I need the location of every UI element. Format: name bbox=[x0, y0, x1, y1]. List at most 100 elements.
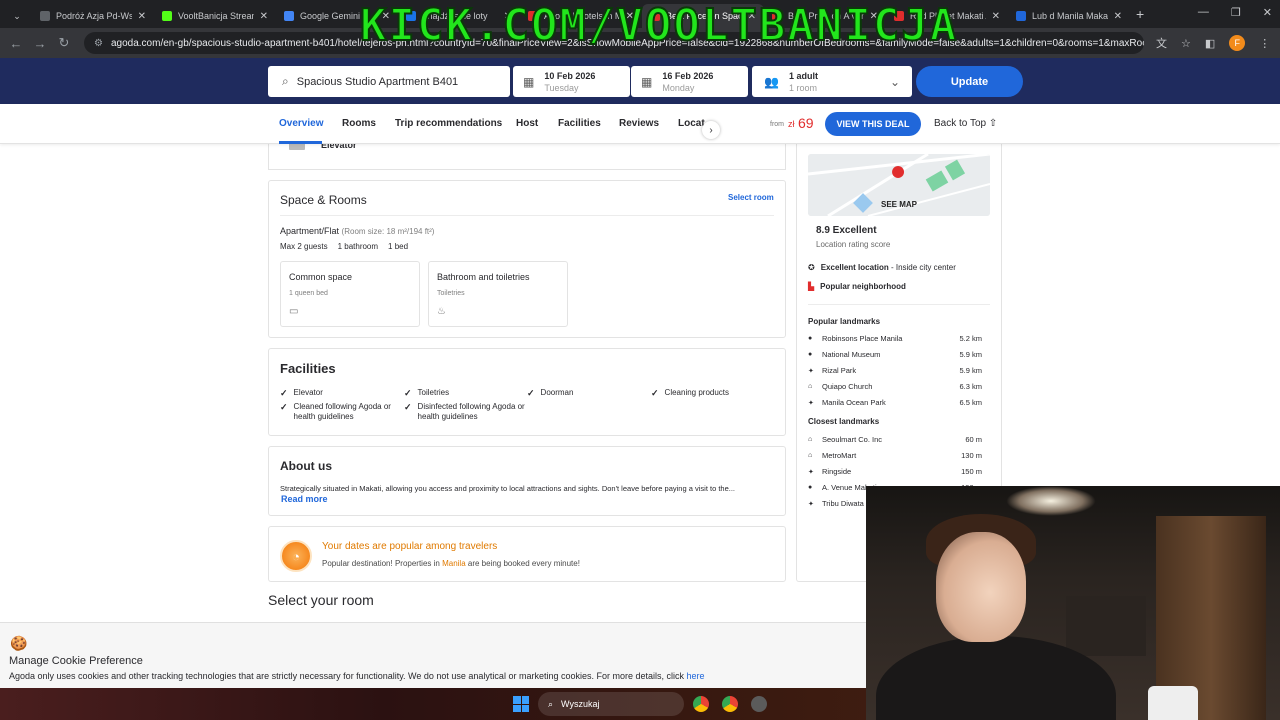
select-your-room-title: Select your room bbox=[268, 592, 374, 608]
cookie-here-link[interactable]: here bbox=[687, 671, 705, 681]
browser-tab[interactable]: VooltBanicja Stream ✕ bbox=[154, 4, 276, 28]
checkout-field[interactable]: ▦ 16 Feb 2026 Monday bbox=[631, 66, 748, 97]
tab-favicon bbox=[1016, 11, 1026, 21]
landmark-icon: ⌂ bbox=[808, 383, 813, 390]
bathroom-card: Bathroom and toiletries Toiletries ♨ bbox=[428, 261, 568, 327]
facility-item: ✓ Disinfected following Agoda or health g… bbox=[404, 402, 525, 421]
tab-rooms[interactable]: Rooms bbox=[342, 118, 376, 129]
clock-icon: ◔ bbox=[280, 540, 312, 572]
reload-icon[interactable]: ↻ bbox=[52, 35, 76, 51]
landmark-icon: ✦ bbox=[808, 399, 814, 407]
browser-tab[interactable]: Podróż Azja Pd-Wsch✕ bbox=[32, 4, 154, 28]
check-icon: ✓ bbox=[651, 388, 659, 398]
close-icon[interactable]: ✕ bbox=[138, 11, 146, 22]
taskbar-search[interactable]: ⌕ Wyszukaj bbox=[538, 692, 684, 716]
back-to-top-link[interactable]: Back to Top ⇧ bbox=[934, 118, 997, 129]
update-button[interactable]: Update bbox=[916, 66, 1023, 97]
view-deal-button[interactable]: VIEW THIS DEAL bbox=[825, 112, 921, 136]
tab-favicon bbox=[162, 11, 172, 21]
landmark-icon: ✦ bbox=[808, 367, 814, 375]
restore-icon[interactable]: ❐ bbox=[1231, 6, 1241, 19]
app-icon[interactable] bbox=[751, 696, 767, 712]
tab-reviews[interactable]: Reviews bbox=[619, 118, 659, 129]
read-more-link[interactable]: Read more bbox=[281, 494, 328, 504]
location-score: 8.9 Excellent bbox=[816, 225, 877, 236]
bookmark-star-icon[interactable]: ☆ bbox=[1181, 37, 1191, 50]
chrome-icon[interactable] bbox=[693, 696, 709, 712]
award-icon: ✪ bbox=[808, 263, 815, 272]
close-icon[interactable]: ✕ bbox=[260, 11, 268, 22]
check-icon: ✓ bbox=[280, 388, 288, 398]
neighborhood-icon: ▙ bbox=[808, 282, 815, 291]
check-icon: ✓ bbox=[280, 402, 288, 412]
landmark-row: ✦ Rizal Park 5.9 km bbox=[808, 366, 982, 375]
bed-icon: ▭ bbox=[289, 306, 299, 317]
map-preview[interactable]: SEE MAP bbox=[808, 154, 990, 216]
close-icon[interactable]: ✕ bbox=[992, 11, 1000, 22]
chevron-down-icon: ⌄ bbox=[889, 74, 900, 89]
tab-favicon bbox=[284, 11, 294, 21]
translate-icon[interactable]: 文 bbox=[1156, 35, 1167, 51]
select-room-link[interactable]: Select room bbox=[728, 193, 774, 202]
landmark-row: ⌂ MetroMart 130 m bbox=[808, 451, 982, 460]
facilities-title: Facilities bbox=[280, 361, 336, 376]
facility-item: ✓ Cleaning products bbox=[651, 388, 730, 398]
popular-title: Your dates are popular among travelers bbox=[322, 541, 498, 552]
webcam-overlay bbox=[866, 486, 1280, 720]
stream-overlay-text: KICK.COM/VOOLTBANICJA bbox=[359, 0, 959, 52]
tab-search-icon[interactable]: ⌄ bbox=[6, 6, 28, 26]
space-rooms-title: Space & Rooms bbox=[280, 193, 367, 207]
active-tab-indicator bbox=[279, 141, 322, 144]
landmark-icon: ✦ bbox=[808, 500, 814, 508]
person-face bbox=[936, 532, 1026, 642]
forward-icon[interactable]: → bbox=[28, 36, 52, 51]
tab-overview[interactable]: Overview bbox=[279, 118, 323, 129]
chrome-icon[interactable] bbox=[722, 696, 738, 712]
property-search-field[interactable]: ⌕ Spacious Studio Apartment B401 bbox=[268, 66, 510, 97]
amenity-row: Elevator bbox=[268, 140, 786, 170]
popular-landmarks-title: Popular landmarks bbox=[808, 317, 881, 326]
browser-tab[interactable]: Lub d Manila Makati ✕ bbox=[1008, 4, 1130, 28]
facility-item: ✓ Doorman bbox=[527, 388, 574, 398]
chevron-right-icon[interactable]: › bbox=[702, 121, 720, 139]
landmark-icon: ⌂ bbox=[808, 452, 813, 459]
about-title: About us bbox=[280, 459, 332, 473]
search-icon: ⌕ bbox=[548, 698, 554, 709]
minimize-icon[interactable]: — bbox=[1198, 6, 1209, 19]
popular-subtitle: Popular destination! Properties in Manil… bbox=[322, 559, 580, 568]
tab-location[interactable]: Locat bbox=[678, 118, 705, 129]
tab-host[interactable]: Host bbox=[516, 118, 538, 129]
close-window-icon[interactable]: ✕ bbox=[1263, 6, 1272, 19]
site-info-icon[interactable]: ⚙ bbox=[94, 38, 103, 49]
guests-icon: 👥 bbox=[764, 74, 779, 89]
price-from-label: from bbox=[770, 121, 784, 128]
landmark-row: ⌂ Seoulmart Co. Inc 60 m bbox=[808, 435, 982, 444]
price-currency: zł bbox=[788, 119, 795, 129]
menu-icon[interactable]: ⋮ bbox=[1259, 37, 1270, 50]
guests-field[interactable]: 👥 1 adult 1 room ⌄ bbox=[752, 66, 912, 97]
search-icon: ⌕ bbox=[282, 74, 289, 88]
profile-avatar[interactable]: F bbox=[1229, 35, 1246, 51]
search-header: ⌕ Spacious Studio Apartment B401 ▦ 10 Fe… bbox=[0, 58, 1280, 104]
tab-facilities[interactable]: Facilities bbox=[558, 118, 601, 129]
about-card bbox=[268, 446, 786, 516]
landmark-row: ✦ Ringside 150 m bbox=[808, 467, 982, 476]
windows-start-icon[interactable] bbox=[513, 696, 529, 712]
landmark-row: ● Robinsons Place Manila 5.2 km bbox=[808, 334, 982, 343]
see-map-label: SEE MAP bbox=[880, 200, 917, 209]
close-icon[interactable]: ✕ bbox=[1114, 11, 1122, 22]
common-space-card: Common space 1 queen bed ▭ bbox=[280, 261, 420, 327]
back-icon[interactable]: ← bbox=[4, 36, 28, 51]
tab-trip-recommendations[interactable]: Trip recommendations bbox=[395, 118, 502, 129]
extensions-icon[interactable]: ◧ bbox=[1205, 37, 1215, 50]
landmark-icon: ⌂ bbox=[808, 436, 813, 443]
new-tab-icon[interactable]: + bbox=[1136, 6, 1144, 22]
shelf bbox=[1066, 596, 1146, 656]
checkin-field[interactable]: ▦ 10 Feb 2026 Tuesday bbox=[513, 66, 630, 97]
check-icon: ✓ bbox=[404, 402, 412, 412]
toilet-paper-roll bbox=[1148, 686, 1198, 720]
facility-item: ✓ Elevator bbox=[280, 388, 323, 398]
about-text: Strategically situated in Makati, allowi… bbox=[280, 484, 735, 493]
cookie-title: Manage Cookie Preference bbox=[9, 655, 143, 667]
location-score-caption: Location rating score bbox=[816, 240, 891, 249]
